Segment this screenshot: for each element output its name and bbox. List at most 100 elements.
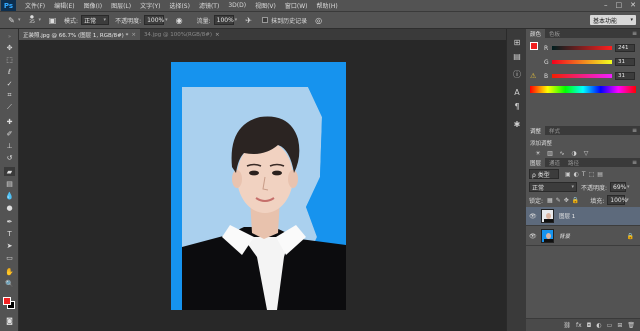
flow-input[interactable]: 100% <box>213 15 234 25</box>
chevron-down-icon[interactable]: ▾ <box>627 184 630 190</box>
tab-channels[interactable]: 通道 <box>545 158 564 167</box>
new-adjustment-icon[interactable]: ◐ <box>596 322 601 329</box>
tab-adjustments[interactable]: 调整 <box>526 126 546 135</box>
minimize-button[interactable]: – <box>604 1 608 9</box>
tab-swatches[interactable]: 色板 <box>545 29 564 38</box>
red-slider[interactable] <box>552 46 612 50</box>
color-spectrum-bar[interactable] <box>530 86 636 93</box>
healing-brush-tool-icon[interactable]: ✚ <box>4 117 15 126</box>
exposure-icon[interactable]: ◑ <box>570 149 578 157</box>
mode-select[interactable]: 正常 ▾ <box>81 15 110 25</box>
eraser-tool-icon[interactable]: ▰ <box>4 167 15 176</box>
clone-stamp-tool-icon[interactable]: ⊥ <box>4 141 15 150</box>
airbrush-icon[interactable]: ✈ <box>243 15 254 26</box>
maximize-button[interactable]: □ <box>616 1 623 9</box>
workspace-select[interactable]: 基本功能 ▾ <box>590 15 636 25</box>
menu-type[interactable]: 文字(Y) <box>140 1 160 10</box>
chevron-down-icon[interactable]: ▾ <box>165 17 168 23</box>
curves-icon[interactable]: ∿ <box>558 149 566 157</box>
layer-row-layer1[interactable]: 👁 图层 1 <box>526 207 640 226</box>
pen-tool-icon[interactable]: ✒ <box>4 217 15 226</box>
path-select-tool-icon[interactable]: ➤ <box>4 241 15 250</box>
opacity-input[interactable]: 100% <box>144 15 164 25</box>
new-layer-icon[interactable]: ⊞ <box>617 322 622 329</box>
delete-layer-icon[interactable]: 🗑 <box>627 322 635 329</box>
menu-image[interactable]: 图像(I) <box>84 1 102 10</box>
menu-edit[interactable]: 编辑(E) <box>54 1 74 10</box>
blur-tool-icon[interactable]: 💧 <box>4 191 15 200</box>
eye-icon[interactable]: 👁 <box>529 233 537 240</box>
pressure-opacity-icon[interactable]: ◉ <box>174 15 185 26</box>
menu-view[interactable]: 视图(V) <box>255 1 276 10</box>
eraser-tool-preset-icon[interactable]: ✎ <box>6 15 17 26</box>
menu-select[interactable]: 选择(S) <box>169 1 190 10</box>
type-tool-icon[interactable]: T <box>4 229 15 238</box>
marquee-tool-icon[interactable]: ⬚ <box>4 55 15 64</box>
toolbox-collapse-icon[interactable]: » <box>4 32 15 41</box>
quick-mask-icon[interactable]: ◙ <box>4 316 15 325</box>
gradient-tool-icon[interactable]: ▤ <box>4 179 15 188</box>
menu-file[interactable]: 文件(F) <box>25 1 45 10</box>
eye-icon[interactable]: 👁 <box>529 213 537 220</box>
blend-mode-select[interactable]: 正常 ▾ <box>529 182 577 192</box>
blue-slider[interactable] <box>552 74 612 78</box>
lock-icons[interactable]: ▦✎✥🔒 <box>547 197 582 204</box>
gamut-warning-icon[interactable]: ⚠ <box>530 72 536 80</box>
red-value[interactable]: 241 <box>615 44 635 52</box>
panel-menu-icon[interactable]: ≡ <box>632 159 637 166</box>
menu-layer[interactable]: 图层(L) <box>111 1 131 10</box>
foreground-color-swatch[interactable] <box>3 297 11 305</box>
brush-panel-toggle-icon[interactable]: ▣ <box>47 15 58 26</box>
hand-tool-icon[interactable]: ✋ <box>4 267 15 276</box>
menu-filter[interactable]: 滤镜(T) <box>199 1 219 10</box>
add-mask-icon[interactable]: ◘ <box>587 322 592 329</box>
menu-help[interactable]: 帮助(H) <box>317 1 338 10</box>
chevron-down-icon[interactable]: ▾ <box>39 17 42 23</box>
layer-row-background[interactable]: 👁 背景 🔒 <box>526 227 640 246</box>
brightness-contrast-icon[interactable]: ☀ <box>534 149 542 157</box>
fill-input[interactable]: 100% <box>607 195 627 205</box>
tab-layers[interactable]: 图层 <box>526 158 546 167</box>
vibrance-icon[interactable]: ▽ <box>582 149 590 157</box>
tab-styles[interactable]: 样式 <box>545 126 564 135</box>
crop-tool-icon[interactable]: ⌗ <box>4 91 15 100</box>
menu-window[interactable]: 窗口(W) <box>285 1 308 10</box>
tab-document-2[interactable]: 34.jpg @ 100%(RGB/8#) × <box>139 29 224 40</box>
green-value[interactable]: 31 <box>615 58 635 66</box>
close-button[interactable]: ✕ <box>630 1 636 9</box>
layer-style-icon[interactable]: fx <box>576 322 582 329</box>
eyedropper-tool-icon[interactable]: ⟋ <box>4 103 15 112</box>
new-group-icon[interactable]: ▭ <box>607 322 613 329</box>
move-tool-icon[interactable]: ✥ <box>4 43 15 52</box>
zoom-tool-icon[interactable]: 🔍 <box>4 279 15 288</box>
paragraph-panel-icon[interactable]: ¶ <box>511 101 523 112</box>
dodge-tool-icon[interactable]: ● <box>4 203 15 212</box>
lasso-tool-icon[interactable]: ℓ <box>4 67 15 76</box>
properties-panel-icon[interactable]: ▤ <box>511 51 523 62</box>
brush-tool-icon[interactable]: ✐ <box>4 129 15 138</box>
panel-menu-icon[interactable]: ≡ <box>632 127 637 134</box>
tab-color[interactable]: 颜色 <box>526 29 546 38</box>
tab-document-1[interactable]: 正装照.jpg @ 66.7% (图层 1, RGB/8#) * × <box>19 29 140 40</box>
tab-paths[interactable]: 路径 <box>564 158 583 167</box>
color-panel-foreground-swatch[interactable] <box>530 42 538 50</box>
character-panel-icon[interactable]: A <box>511 87 523 98</box>
chevron-down-icon[interactable]: ▾ <box>235 17 238 23</box>
layer-kind-filter[interactable]: ρ 类型 <box>529 169 559 179</box>
close-icon[interactable]: × <box>131 32 136 38</box>
brush-size-picker[interactable]: ● 35 <box>27 15 38 26</box>
tool-presets-icon[interactable]: ✱ <box>511 119 523 130</box>
blue-value[interactable]: 31 <box>615 72 635 80</box>
quick-select-tool-icon[interactable]: ✓ <box>4 79 15 88</box>
erase-to-history-checkbox[interactable] <box>262 17 269 23</box>
menu-3d[interactable]: 3D(D) <box>228 2 246 9</box>
levels-icon[interactable]: ▥ <box>546 149 554 157</box>
canvas-area[interactable] <box>19 40 506 331</box>
close-icon[interactable]: × <box>215 32 220 38</box>
link-layers-icon[interactable]: ⛓ <box>563 322 571 329</box>
lock-icon[interactable]: 🔒 <box>627 233 634 240</box>
document-canvas[interactable] <box>171 62 346 310</box>
shape-tool-icon[interactable]: ▭ <box>4 253 15 262</box>
info-panel-icon[interactable]: ⓘ <box>511 69 523 80</box>
history-brush-tool-icon[interactable]: ↺ <box>4 153 15 162</box>
